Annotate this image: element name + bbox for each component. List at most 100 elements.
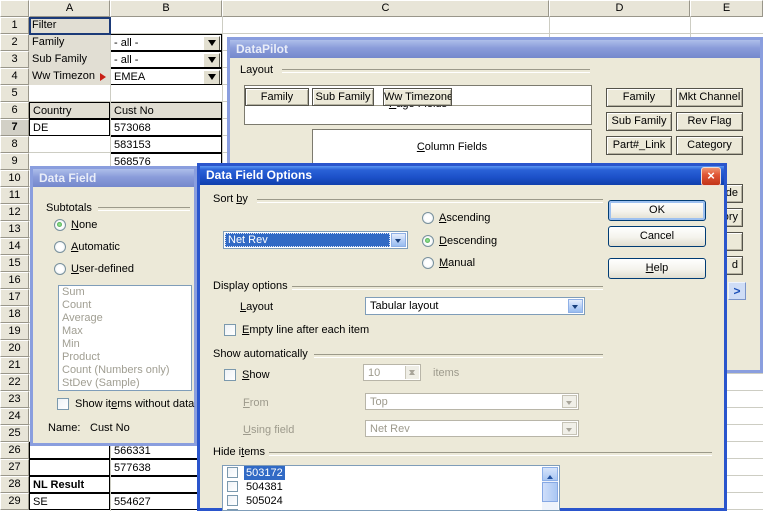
hide-item-row[interactable]: 503172 xyxy=(223,466,559,480)
row-header-21[interactable]: 21 xyxy=(0,357,29,374)
cell-B7[interactable]: 573068 xyxy=(110,119,222,136)
hide-item-checkbox[interactable] xyxy=(227,481,238,492)
help-button[interactable]: Help xyxy=(608,258,706,279)
scroll-up-icon[interactable] xyxy=(542,467,558,481)
page-field-button-ww-timezone[interactable]: Ww Timezone xyxy=(383,88,452,106)
row-header-27[interactable]: 27 xyxy=(0,459,29,476)
row-header-3[interactable]: 3 xyxy=(0,51,29,68)
row-header-28[interactable]: 28 xyxy=(0,476,29,493)
column-header-C[interactable]: C xyxy=(222,0,549,17)
subtotals-radio-user-defined[interactable] xyxy=(54,263,66,275)
subtotal-function-item[interactable]: Sum xyxy=(59,286,191,299)
cancel-button[interactable]: Cancel xyxy=(608,226,706,247)
subtotal-function-item[interactable]: Count (Numbers only) xyxy=(59,364,191,377)
show-checkbox[interactable] xyxy=(224,369,236,381)
sort-radio-descending[interactable] xyxy=(422,235,434,247)
row-header-6[interactable]: 6 xyxy=(0,102,29,119)
scrollbar-thumb[interactable] xyxy=(542,482,558,502)
spinner-arrows-icon[interactable] xyxy=(405,366,419,379)
hide-item-row[interactable]: 504381 xyxy=(223,480,559,494)
subtotal-function-item[interactable]: Average xyxy=(59,312,191,325)
cell-A7[interactable]: DE xyxy=(29,119,110,136)
row-header-12[interactable]: 12 xyxy=(0,204,29,221)
cell-A6[interactable]: Country xyxy=(29,102,110,119)
layout-select[interactable]: Tabular layout xyxy=(365,297,585,315)
cell-B4[interactable]: EMEA xyxy=(110,68,222,85)
empty-line-checkbox[interactable] xyxy=(224,324,236,336)
row-header-20[interactable]: 20 xyxy=(0,340,29,357)
cell-A27[interactable] xyxy=(29,459,110,476)
subtotal-function-item[interactable]: Product xyxy=(59,351,191,364)
scrollbar[interactable] xyxy=(542,467,558,510)
column-header-E[interactable]: E xyxy=(690,0,763,17)
close-icon[interactable]: × xyxy=(701,167,721,186)
cell-B8[interactable]: 583153 xyxy=(110,136,222,153)
row-header-9[interactable]: 9 xyxy=(0,153,29,170)
cell-A2[interactable]: Family xyxy=(29,34,110,51)
subtotal-function-item[interactable]: Count xyxy=(59,299,191,312)
chevron-down-icon[interactable] xyxy=(391,233,406,247)
datapilot-titlebar[interactable]: DataPilot xyxy=(230,40,760,58)
row-header-17[interactable]: 17 xyxy=(0,289,29,306)
items-count-spinner[interactable]: 10 xyxy=(363,364,421,381)
cell-A3[interactable]: Sub Family xyxy=(29,51,110,68)
sheet-corner-box[interactable] xyxy=(0,0,29,17)
filter-dropdown-icon[interactable] xyxy=(203,36,220,51)
row-header-19[interactable]: 19 xyxy=(0,323,29,340)
hide-items-listbox[interactable]: 503172504381505024504107 xyxy=(222,465,560,511)
column-header-B[interactable]: B xyxy=(110,0,222,17)
page-field-button-sub-family[interactable]: Sub Family xyxy=(312,88,374,106)
column-header-A[interactable]: A xyxy=(29,0,110,17)
more-expand-button[interactable]: > xyxy=(728,282,746,300)
cell-A28[interactable]: NL Result xyxy=(29,476,110,493)
row-header-13[interactable]: 13 xyxy=(0,221,29,238)
subtotal-function-item[interactable]: Max xyxy=(59,325,191,338)
hide-item-row[interactable]: 505024 xyxy=(223,494,559,508)
row-header-2[interactable]: 2 xyxy=(0,34,29,51)
page-field-button-family[interactable]: Family xyxy=(245,88,309,106)
ok-button[interactable]: OK xyxy=(608,200,706,221)
cell-B3[interactable]: - all - xyxy=(110,51,222,68)
field-button-mkt-channel[interactable]: Mkt Channel xyxy=(676,88,743,107)
chevron-down-icon[interactable] xyxy=(568,299,583,313)
row-header-16[interactable]: 16 xyxy=(0,272,29,289)
subtotal-function-item[interactable]: StDev (Sample) xyxy=(59,377,191,390)
row-header-11[interactable]: 11 xyxy=(0,187,29,204)
field-button-part-link[interactable]: Part#_Link xyxy=(606,136,672,155)
field-button-rev-flag[interactable]: Rev Flag xyxy=(676,112,743,131)
row-header-4[interactable]: 4 xyxy=(0,68,29,85)
data-field-titlebar[interactable]: Data Field xyxy=(33,169,194,187)
row-header-25[interactable]: 25 xyxy=(0,425,29,442)
row-header-24[interactable]: 24 xyxy=(0,408,29,425)
row-header-8[interactable]: 8 xyxy=(0,136,29,153)
filter-dropdown-icon[interactable] xyxy=(203,53,220,68)
field-button-sub-family[interactable]: Sub Family xyxy=(606,112,672,131)
sort-by-field-select[interactable]: Net Rev xyxy=(223,231,408,249)
row-header-26[interactable]: 26 xyxy=(0,442,29,459)
data-field-options-titlebar[interactable]: Data Field Options xyxy=(200,166,724,185)
hide-item-checkbox[interactable] xyxy=(227,467,238,478)
subtotals-radio-none[interactable] xyxy=(54,219,66,231)
field-button-family[interactable]: Family xyxy=(606,88,672,107)
cell-A29[interactable]: SE xyxy=(29,493,110,510)
row-header-5[interactable]: 5 xyxy=(0,85,29,102)
row-header-15[interactable]: 15 xyxy=(0,255,29,272)
row-header-1[interactable]: 1 xyxy=(0,17,29,34)
cell-B6[interactable]: Cust No xyxy=(110,102,222,119)
sort-radio-manual[interactable] xyxy=(422,257,434,269)
row-header-23[interactable]: 23 xyxy=(0,391,29,408)
subtotal-function-item[interactable]: Min xyxy=(59,338,191,351)
filter-dropdown-icon[interactable] xyxy=(203,70,220,85)
sort-radio-ascending[interactable] xyxy=(422,212,434,224)
subtotals-radio-automatic[interactable] xyxy=(54,241,66,253)
field-button-category[interactable]: Category xyxy=(676,136,743,155)
show-items-without-data-checkbox[interactable] xyxy=(57,398,69,410)
row-header-7[interactable]: 7 xyxy=(0,119,29,136)
row-header-18[interactable]: 18 xyxy=(0,306,29,323)
row-header-22[interactable]: 22 xyxy=(0,374,29,391)
subtotal-functions-listbox[interactable]: SumCountAverageMaxMinProductCount (Numbe… xyxy=(58,285,192,391)
row-header-10[interactable]: 10 xyxy=(0,170,29,187)
hide-item-checkbox[interactable] xyxy=(227,495,238,506)
row-header-29[interactable]: 29 xyxy=(0,493,29,510)
cell-B2[interactable]: - all - xyxy=(110,34,222,51)
